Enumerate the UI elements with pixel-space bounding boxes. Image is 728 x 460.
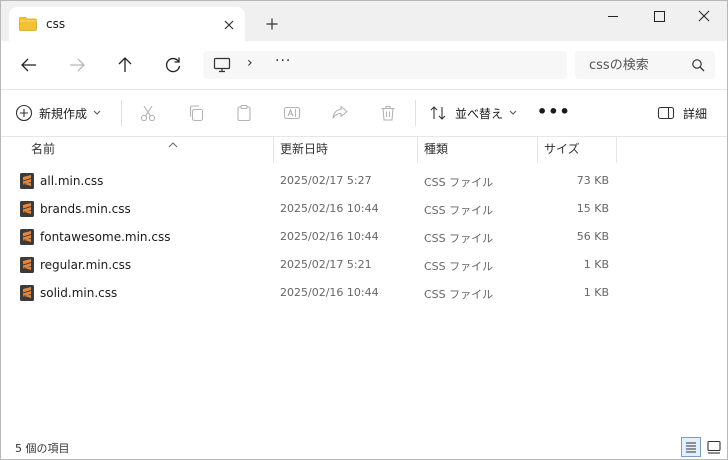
file-size: 15 KB bbox=[576, 202, 609, 215]
toolbar-divider bbox=[415, 100, 416, 126]
file-date: 2025/02/16 10:44 bbox=[280, 286, 379, 299]
file-date: 2025/02/17 5:27 bbox=[280, 174, 372, 187]
close-icon bbox=[224, 20, 234, 30]
delete-icon[interactable] bbox=[379, 104, 397, 122]
item-count: 5 個の項目 bbox=[15, 442, 70, 455]
file-type: CSS ファイル bbox=[424, 260, 494, 273]
path-more-button[interactable]: ··· bbox=[275, 53, 291, 69]
computer-icon bbox=[213, 57, 231, 73]
plus-icon bbox=[266, 18, 278, 30]
file-name: solid.min.css bbox=[40, 286, 118, 300]
file-list: all.min.css 2025/02/17 5:27 CSS ファイル 73 … bbox=[1, 167, 727, 307]
cut-icon[interactable] bbox=[139, 104, 157, 122]
chevron-down-icon bbox=[509, 110, 517, 115]
refresh-button[interactable] bbox=[161, 53, 185, 77]
paste-icon[interactable] bbox=[235, 104, 253, 122]
column-header-size-label: サイズ bbox=[544, 142, 580, 156]
forward-button[interactable] bbox=[65, 53, 89, 77]
file-name: all.min.css bbox=[40, 174, 104, 188]
title-bar: css bbox=[1, 1, 727, 41]
css-file-icon bbox=[20, 173, 34, 189]
command-bar: 新規作成 並べ替え ••• 詳細 bbox=[1, 90, 727, 137]
path-breadcrumb[interactable]: › ··· bbox=[203, 51, 567, 79]
column-header-type-label: 種類 bbox=[424, 142, 449, 156]
file-size: 73 KB bbox=[576, 174, 609, 187]
file-type: CSS ファイル bbox=[424, 204, 494, 217]
column-header-date[interactable]: 更新日時 bbox=[273, 137, 417, 163]
file-date: 2025/02/16 10:44 bbox=[280, 202, 379, 215]
more-options-button[interactable]: ••• bbox=[537, 100, 570, 126]
file-size: 1 KB bbox=[583, 258, 609, 271]
maximize-button[interactable] bbox=[635, 1, 683, 33]
search-icon[interactable] bbox=[691, 58, 705, 72]
file-row[interactable]: all.min.css 2025/02/17 5:27 CSS ファイル 73 … bbox=[1, 167, 727, 195]
css-file-icon bbox=[20, 257, 34, 273]
plus-circle-icon bbox=[15, 104, 33, 122]
sort-button[interactable]: 並べ替え bbox=[429, 100, 525, 126]
close-window-button[interactable] bbox=[681, 1, 727, 33]
file-row[interactable]: regular.min.css 2025/02/17 5:21 CSS ファイル… bbox=[1, 251, 727, 279]
details-button-label: 詳細 bbox=[683, 106, 708, 121]
file-row[interactable]: solid.min.css 2025/02/16 10:44 CSS ファイル … bbox=[1, 279, 727, 307]
file-date: 2025/02/16 10:44 bbox=[280, 230, 379, 243]
file-row[interactable]: brands.min.css 2025/02/16 10:44 CSS ファイル… bbox=[1, 195, 727, 223]
share-icon[interactable] bbox=[331, 104, 349, 122]
file-type: CSS ファイル bbox=[424, 288, 494, 301]
file-date: 2025/02/17 5:21 bbox=[280, 258, 372, 271]
rename-icon[interactable] bbox=[283, 104, 301, 122]
maximize-icon bbox=[654, 11, 665, 22]
file-row[interactable]: fontawesome.min.css 2025/02/16 10:44 CSS… bbox=[1, 223, 727, 251]
details-pane-button[interactable]: 詳細 bbox=[657, 100, 707, 126]
column-header-date-label: 更新日時 bbox=[280, 142, 329, 156]
sort-icon bbox=[430, 106, 446, 120]
folder-icon bbox=[19, 17, 37, 31]
column-header-name[interactable]: 名前 bbox=[25, 137, 273, 163]
new-button[interactable]: 新規作成 bbox=[15, 100, 107, 126]
file-list-header: 名前 更新日時 種類 サイズ bbox=[1, 137, 727, 163]
file-type: CSS ファイル bbox=[424, 176, 494, 189]
tab-close-button[interactable] bbox=[219, 15, 239, 35]
column-header-size[interactable]: サイズ bbox=[537, 137, 617, 163]
toolbar-divider bbox=[121, 100, 122, 126]
sort-button-label: 並べ替え bbox=[455, 106, 504, 121]
arrow-up-icon bbox=[118, 57, 132, 72]
new-tab-button[interactable] bbox=[261, 13, 283, 35]
new-button-label: 新規作成 bbox=[39, 106, 88, 121]
refresh-icon bbox=[165, 57, 181, 73]
css-file-icon bbox=[20, 229, 34, 245]
tiles-view-icon[interactable] bbox=[705, 438, 723, 456]
status-bar: 5 個の項目 bbox=[1, 435, 727, 459]
file-name: regular.min.css bbox=[40, 258, 132, 272]
sort-caret-icon bbox=[168, 134, 178, 158]
css-file-icon bbox=[20, 201, 34, 217]
column-header-name-label: 名前 bbox=[31, 142, 56, 156]
tab-title: css bbox=[46, 17, 66, 31]
file-name: brands.min.css bbox=[40, 202, 131, 216]
tab-css[interactable]: css bbox=[9, 7, 245, 41]
arrow-right-icon bbox=[70, 58, 85, 72]
up-button[interactable] bbox=[113, 53, 137, 77]
chevron-down-icon bbox=[93, 110, 101, 115]
list-view-icon bbox=[686, 442, 696, 453]
file-size: 1 KB bbox=[583, 286, 609, 299]
file-explorer-window: css › ··· cssの検索 新規作成 並べ替え ••• 詳細 名前 更新日… bbox=[0, 0, 728, 460]
back-button[interactable] bbox=[17, 53, 41, 77]
minimize-icon bbox=[608, 16, 618, 17]
minimize-button[interactable] bbox=[589, 1, 637, 33]
chevron-right-icon[interactable]: › bbox=[247, 55, 253, 71]
file-name: fontawesome.min.css bbox=[40, 230, 171, 244]
details-view-button[interactable] bbox=[681, 437, 701, 457]
copy-icon[interactable] bbox=[187, 104, 205, 122]
details-pane-icon bbox=[657, 106, 675, 120]
arrow-left-icon bbox=[21, 58, 36, 72]
column-header-type[interactable]: 種類 bbox=[417, 137, 537, 163]
close-icon bbox=[698, 10, 710, 22]
file-size: 56 KB bbox=[576, 230, 609, 243]
file-type: CSS ファイル bbox=[424, 232, 494, 245]
address-bar: › ··· bbox=[1, 41, 727, 90]
css-file-icon bbox=[20, 285, 34, 301]
